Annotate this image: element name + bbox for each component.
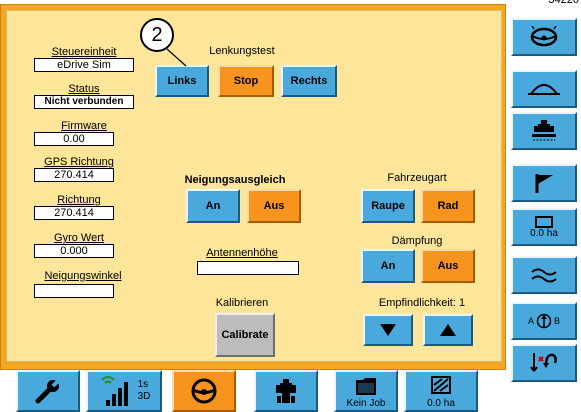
fahrzeugart-label: Fahrzeugart [387, 172, 447, 184]
callout-leader-line [166, 48, 187, 67]
settings-panel: Steuereinheit eDrive Sim Status Nicht ve… [6, 10, 502, 362]
daempfung-an-button[interactable]: An [361, 249, 415, 283]
status-value: Nicht verbunden [34, 95, 134, 109]
implement-button[interactable] [511, 112, 577, 150]
daempfung-label: Dämpfung [391, 235, 443, 247]
raupe-button[interactable]: Raupe [361, 189, 415, 223]
coverage-map-icon [431, 376, 451, 394]
calibrate-button[interactable]: Calibrate [215, 313, 275, 357]
steuereinheit-label: Steuereinheit [51, 46, 117, 58]
gps-dim-label: 3D [137, 391, 151, 402]
flag-icon [535, 174, 553, 193]
richtung-label: Richtung [57, 194, 101, 206]
firmware-label: Firmware [61, 120, 107, 132]
ab-left-label: A [527, 316, 534, 326]
increase-sensitivity-button[interactable] [423, 314, 473, 346]
gps-mode-label: 1s [137, 379, 149, 390]
tractor-implement-icon [532, 120, 556, 141]
settings-button[interactable] [16, 370, 80, 412]
triangle-down-icon [380, 324, 396, 336]
job-button[interactable]: Kein Job [334, 370, 398, 412]
rechts-button[interactable]: Rechts [281, 65, 337, 97]
right-toolbar: 0.0 ha A B [511, 8, 577, 382]
triangle-up-icon [440, 324, 456, 336]
steuereinheit-value: eDrive Sim [34, 58, 134, 72]
gps-signal-icon [100, 376, 128, 406]
lenkungstest-label: Lenkungstest [209, 45, 275, 57]
richtung-value: 270.414 [34, 206, 114, 220]
gyro-wert-value: 0.000 [34, 244, 114, 258]
empfindlichkeit-label: Empfindlichkeit: 1 [378, 297, 466, 309]
neigungswinkel-value [34, 284, 114, 298]
wave-icon [531, 268, 557, 283]
area-caption: 0.0 ha [530, 228, 558, 239]
turn-button[interactable] [511, 344, 577, 382]
ab-right-label: B [554, 316, 561, 326]
coverage-button[interactable]: 0.0 ha [404, 370, 478, 412]
firmware-value: 0.00 [34, 132, 114, 146]
gps-richtung-value: 270.414 [34, 168, 114, 182]
antennenhoehe-input[interactable] [197, 261, 299, 275]
decrease-sensitivity-button[interactable] [363, 314, 413, 346]
area-button[interactable]: 0.0 ha [511, 208, 577, 246]
status-label: Status [68, 83, 100, 95]
sensitivity-button[interactable] [511, 70, 577, 108]
neigung-aus-button[interactable]: Aus [247, 189, 301, 223]
stop-button[interactable]: Stop [218, 65, 274, 97]
dome-icon [528, 84, 560, 95]
neigung-an-button[interactable]: An [186, 189, 240, 223]
links-button[interactable]: Links [155, 65, 209, 97]
coverage-caption: 0.0 ha [427, 398, 455, 409]
wave-button[interactable] [511, 256, 577, 294]
screen: 34220 Steuereinheit eDrive Sim Status Ni… [0, 0, 581, 412]
folder-icon [356, 378, 376, 395]
figure-code: 34220 [548, 0, 579, 6]
flag-button[interactable] [511, 164, 577, 202]
gps-status-button[interactable]: 1s 3D [86, 370, 162, 412]
tractor-icon [276, 379, 296, 403]
ab-line-button[interactable]: A B [511, 302, 577, 340]
steering-wheel-icon [191, 378, 217, 404]
steering-tab-button[interactable] [172, 370, 236, 412]
tractor-button[interactable] [254, 370, 318, 412]
gps-richtung-label: GPS Richtung [44, 156, 114, 168]
job-caption: Kein Job [346, 398, 386, 409]
steering-wheel-button[interactable] [511, 18, 577, 56]
gyro-wert-label: Gyro Wert [54, 232, 104, 244]
daempfung-aus-button[interactable]: Aus [421, 249, 475, 283]
wrench-icon [35, 378, 61, 404]
neigungswinkel-label: Neigungswinkel [44, 270, 122, 282]
steering-wheel-icon [530, 26, 558, 47]
u-turn-icon [530, 353, 557, 372]
rad-button[interactable]: Rad [421, 189, 475, 223]
ab-circle-icon [536, 313, 552, 329]
field-boundary-icon [535, 216, 553, 228]
neigungsausgleich-label: Neigungsausgleich [184, 174, 286, 186]
kalibrieren-label: Kalibrieren [215, 297, 269, 309]
bottom-toolbar: 1s 3D Kein Job 0.0 ha [16, 370, 512, 412]
antennenhoehe-label: Antennenhöhe [206, 247, 278, 259]
callout-marker: 2 [140, 18, 174, 52]
